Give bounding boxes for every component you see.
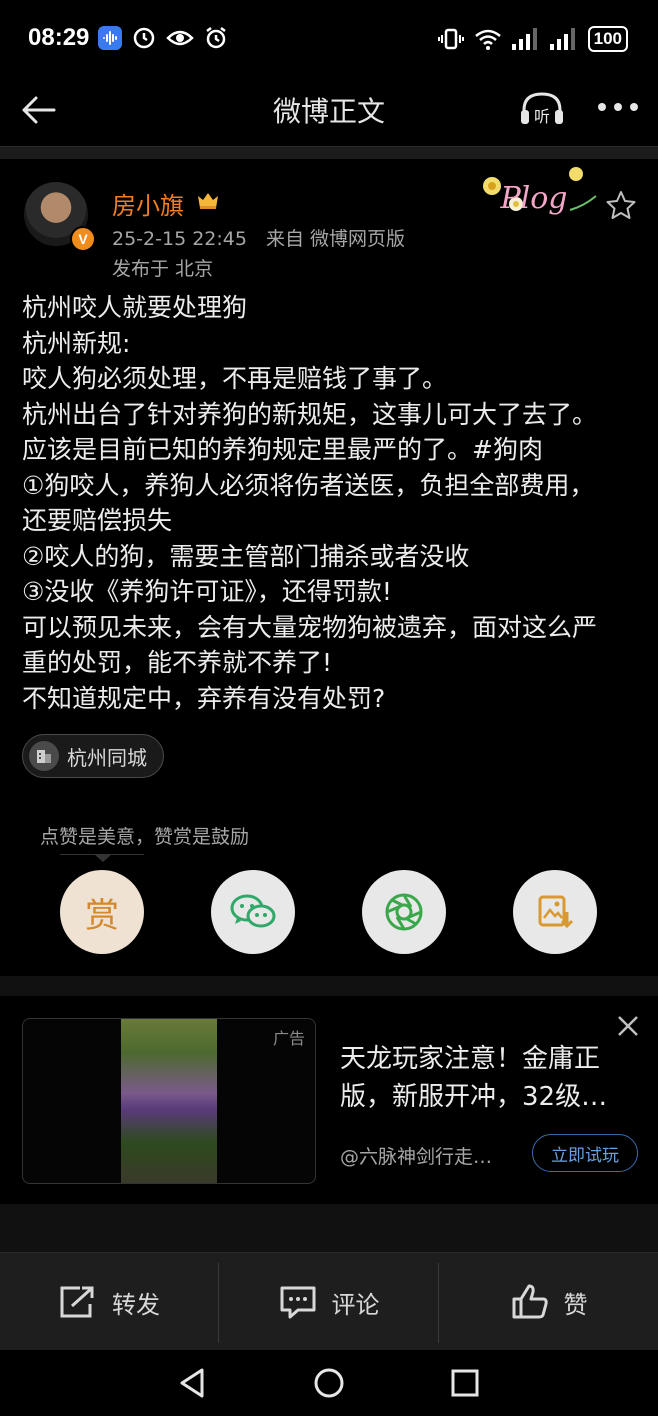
post-line: 可以预见未来，会有大量宠物狗被遗弃，面对这么严: [22, 612, 598, 642]
square-recents-icon: [451, 1369, 479, 1397]
status-bar: 08:29 100: [0, 0, 658, 80]
close-icon: [618, 1016, 638, 1036]
moments-share-button[interactable]: [362, 870, 446, 954]
post-header: V 房小旗 25-2-15 22:45 来自 微博网页版 发布于 北京 Plog: [0, 160, 658, 280]
system-home-button[interactable]: [312, 1366, 346, 1400]
post-location: 发布于 北京: [112, 258, 214, 280]
post-line: ①狗咬人，养狗人必须将伤者送医，负担全部费用，: [22, 470, 595, 500]
post-line: 重的处罚，能不养就不养了!: [22, 648, 333, 677]
post-line: 杭州咬人就要处理狗: [22, 293, 248, 322]
topic-chip[interactable]: 杭州同城: [22, 734, 164, 778]
battery-indicator: 100: [587, 26, 628, 52]
more-dots-icon: [598, 103, 638, 111]
post-line: 杭州新规:: [22, 328, 131, 358]
action-bar: 转发 评论 赞: [0, 1252, 658, 1351]
tip-arrow: [60, 854, 144, 865]
circle-home-icon: [314, 1368, 344, 1398]
username[interactable]: 房小旗: [112, 186, 184, 221]
signal-icon: [511, 28, 540, 50]
like-button[interactable]: 赞: [439, 1253, 658, 1351]
status-icons-left: [98, 26, 228, 50]
reward-tip: 点赞是美意，赞赏是鼓励: [40, 826, 250, 848]
ad-source: @六脉神剑行走…: [340, 1146, 493, 1168]
topic-label: 杭州同城: [67, 745, 147, 770]
divider: [0, 976, 658, 996]
eye-icon: [166, 27, 194, 49]
triangle-back-icon: [180, 1368, 204, 1398]
comment-button[interactable]: 评论: [219, 1253, 438, 1351]
ad-cta-button[interactable]: 立即试玩: [532, 1134, 638, 1172]
verified-badge-icon: V: [70, 226, 96, 252]
ad-thumbnail[interactable]: 广告: [22, 1018, 316, 1184]
system-nav-bar: [0, 1350, 658, 1416]
soundwave-app-icon: [98, 26, 122, 50]
headphones-icon: 听: [521, 92, 563, 126]
repost-label: 转发: [112, 1290, 160, 1319]
post-line: ②咬人的狗，需要主管部门捕杀或者没收: [22, 541, 470, 571]
alarm-icon: [204, 26, 228, 50]
ad-game-screenshot: [121, 1019, 217, 1183]
star-icon: [606, 191, 636, 219]
save-image-button[interactable]: [513, 870, 597, 954]
plog-badge: Plog: [478, 162, 604, 222]
reward-label: 赏: [85, 895, 119, 936]
signal-icon: [549, 28, 578, 50]
share-row: 赏: [0, 870, 658, 954]
listen-label: 听: [534, 107, 550, 126]
ad-tag: 广告: [272, 1029, 305, 1048]
post-line: 应该是目前已知的养狗规定里最严的了。#狗肉: [22, 435, 543, 464]
like-label: 赞: [563, 1290, 588, 1319]
ad-title[interactable]: 天龙玩家注意！金庸正版，新服开冲，32级…: [340, 1040, 630, 1116]
aperture-icon: [385, 893, 423, 931]
post-line: 不知道规定中，弃养有没有处罚?: [22, 683, 386, 713]
repost-button[interactable]: 转发: [0, 1253, 218, 1351]
status-time: 08:29: [28, 24, 90, 51]
system-recents-button[interactable]: [448, 1366, 482, 1400]
plog-text: Plog: [499, 181, 567, 216]
star-button[interactable]: [606, 190, 636, 220]
wechat-icon: [230, 894, 276, 928]
post-line: 还要赔偿损失: [22, 506, 173, 535]
wechat-share-button[interactable]: [211, 870, 295, 954]
status-icons-right: 100: [437, 26, 628, 52]
wifi-icon: [474, 27, 502, 51]
post-line: ③没收《养狗许可证》，还得罚款!: [22, 577, 392, 606]
share-arrow-icon: [60, 1286, 94, 1318]
comment-label: 评论: [331, 1290, 380, 1319]
thumbs-up-icon: [512, 1284, 548, 1319]
post-line: 杭州出台了针对养狗的新规矩，这事儿可大了去了。: [22, 399, 598, 429]
divider: [0, 146, 658, 159]
building-icon: [29, 741, 59, 771]
comment-bubble-icon: [280, 1286, 315, 1319]
ad-card[interactable]: 广告 天龙玩家注意！金庸正版，新服开冲，32级… @六脉神剑行走… 立即试玩: [0, 996, 658, 1202]
reward-button[interactable]: 赏: [60, 870, 144, 954]
divider: [0, 1204, 658, 1252]
image-download-icon: [538, 895, 574, 929]
more-button[interactable]: [596, 96, 640, 118]
post-meta: 25-2-15 22:45 来自 微博网页版: [112, 228, 405, 250]
post-line: 咬人狗必须处理，不再是赔钱了事了。: [22, 364, 448, 393]
clock-icon: [132, 26, 156, 50]
ad-close-button[interactable]: [614, 1012, 642, 1040]
listen-button[interactable]: 听: [518, 88, 566, 128]
crown-icon: [196, 188, 220, 212]
post-body: 杭州咬人就要处理狗 杭州新规: 咬人狗必须处理，不再是赔钱了事了。 杭州出台了针…: [22, 290, 642, 716]
vibrate-icon: [437, 27, 464, 51]
nav-bar: 微博正文 听: [0, 80, 658, 142]
system-back-button[interactable]: [176, 1366, 210, 1400]
